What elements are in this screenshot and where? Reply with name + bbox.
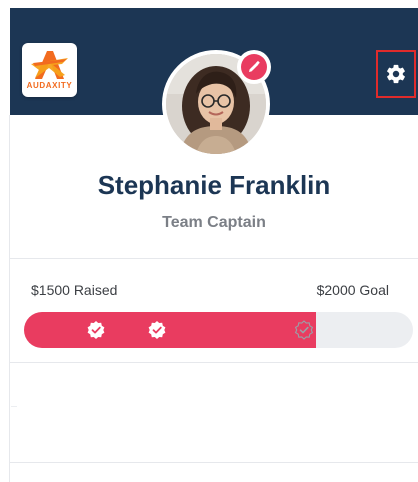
pencil-icon <box>241 54 267 80</box>
gear-icon <box>387 64 405 84</box>
profile-page: AUDAXITY Stephanie Franklin Team Captain… <box>0 0 418 482</box>
progress-fill <box>24 312 316 348</box>
section-divider <box>10 258 418 259</box>
top-strip <box>0 0 418 8</box>
goal-amount: $2000 Goal <box>316 282 389 298</box>
list-marker <box>11 406 17 407</box>
section-divider <box>10 362 418 363</box>
raised-amount: $1500 Raised <box>31 282 118 298</box>
profile-name: Stephanie Franklin <box>97 170 331 200</box>
logo-wordmark: AUDAXITY <box>26 81 73 90</box>
edit-avatar-button[interactable] <box>237 50 271 84</box>
audaxity-logo[interactable]: AUDAXITY <box>22 43 77 97</box>
milestone-check-icon <box>87 321 105 339</box>
milestone-check-icon <box>294 320 314 340</box>
settings-button[interactable] <box>376 50 416 98</box>
fundraising-progress-bar <box>24 312 413 348</box>
section-divider <box>10 462 418 463</box>
audaxity-star-logo-icon <box>31 51 68 79</box>
milestone-check-icon <box>148 321 166 339</box>
profile-role: Team Captain <box>162 214 266 231</box>
